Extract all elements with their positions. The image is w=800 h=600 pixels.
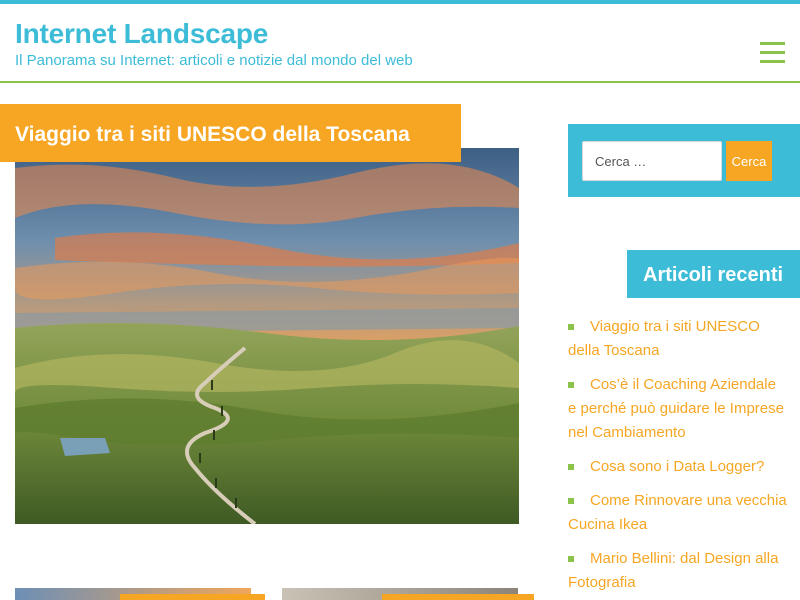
menu-bar (760, 42, 785, 45)
square-bullet-icon (568, 382, 574, 388)
recent-post-item: Mario Bellini: dal Design alla Fotografi… (568, 547, 788, 595)
post-title[interactable]: Viaggio tra i siti UNESCO della Toscana (15, 104, 461, 166)
hamburger-menu-icon[interactable] (760, 42, 785, 64)
recent-posts-heading: Articoli recenti (643, 264, 784, 286)
site-title[interactable]: Internet Landscape (15, 18, 268, 50)
recent-posts-heading-box: Articoli recenti (627, 250, 800, 298)
thumbnail-label (120, 594, 265, 600)
related-post-thumb[interactable] (282, 588, 534, 600)
site-header: Internet Landscape Il Panorama su Intern… (0, 4, 800, 83)
recent-post-link[interactable]: Viaggio tra i siti UNESCO della Toscana (568, 318, 760, 359)
square-bullet-icon (568, 464, 574, 470)
recent-post-item: Come Rinnovare una vecchia Cucina Ikea (568, 489, 788, 537)
recent-post-item: Cosa sono i Data Logger? (568, 455, 788, 479)
related-post-thumb[interactable] (15, 588, 265, 600)
recent-post-link[interactable]: Mario Bellini: dal Design alla Fotografi… (568, 550, 778, 591)
recent-post-link[interactable]: Come Rinnovare una vecchia Cucina Ikea (568, 492, 787, 533)
menu-bar (760, 51, 785, 54)
search-button[interactable]: Cerca (726, 141, 772, 181)
search-widget: Cerca (568, 124, 800, 197)
square-bullet-icon (568, 498, 574, 504)
featured-image[interactable] (15, 148, 519, 524)
recent-post-link[interactable]: Cosa sono i Data Logger? (590, 458, 764, 475)
search-input[interactable] (582, 141, 722, 181)
recent-post-item: Viaggio tra i siti UNESCO della Toscana (568, 315, 788, 363)
recent-post-link[interactable]: Cos’è il Coaching Aziendale e perché può… (568, 376, 784, 441)
square-bullet-icon (568, 324, 574, 330)
post-title-box: Viaggio tra i siti UNESCO della Toscana (0, 104, 461, 162)
recent-post-item: Cos’è il Coaching Aziendale e perché può… (568, 373, 788, 445)
tuscany-landscape-image (15, 148, 519, 524)
square-bullet-icon (568, 556, 574, 562)
recent-posts-list: Viaggio tra i siti UNESCO della Toscana … (568, 315, 788, 600)
thumbnail-label (382, 594, 534, 600)
menu-bar (760, 60, 785, 63)
site-description: Il Panorama su Internet: articoli e noti… (15, 52, 413, 69)
